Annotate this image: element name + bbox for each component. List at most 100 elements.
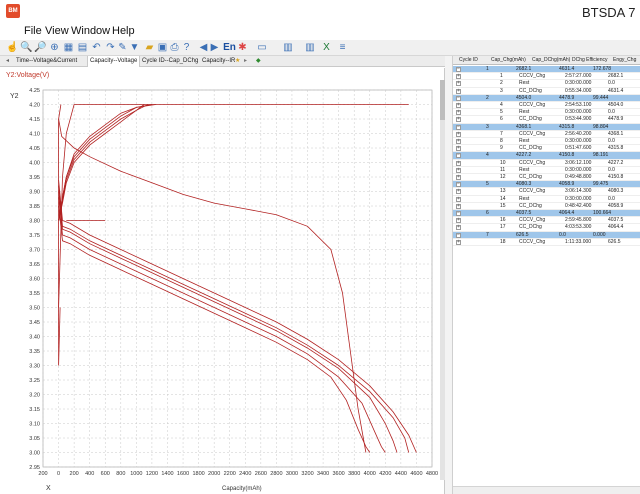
tab-capacity-voltage[interactable]: Capacity--Voltage <box>87 56 141 67</box>
grid-horizontal-scrollbar[interactable] <box>453 486 640 494</box>
layout-icon-2[interactable]: ▥ <box>298 41 322 54</box>
step-row[interactable]: +18 CCCV_Chg 1:11:33.000 626.5 <box>453 239 640 246</box>
step-id: 12 <box>500 174 506 180</box>
table-icon[interactable]: ▦ <box>62 41 75 54</box>
header-dchg-efficiency[interactable]: DChg Efficiency <box>572 56 607 65</box>
step-row[interactable]: +16 CCCV_Chg 2:59:45.800 4037.5 <box>453 217 640 225</box>
help-icon[interactable]: ? <box>180 41 193 54</box>
collapse-icon[interactable]: − <box>456 153 461 159</box>
cycle-row[interactable]: − 7 626.5 0.0 0.000 <box>453 231 640 239</box>
menu-file[interactable]: File <box>24 25 42 37</box>
header-engy-chg[interactable]: Engy_Chg <box>613 56 636 65</box>
step-row[interactable]: +8 Rest 0:30:00.000 0.0 <box>453 138 640 146</box>
expand-icon[interactable]: + <box>456 88 461 94</box>
collapse-icon[interactable]: − <box>456 67 461 72</box>
step-row[interactable]: +7 CCCV_Chg 2:56:40.200 4368.1 <box>453 131 640 138</box>
step-id: 8 <box>500 138 503 144</box>
language-button[interactable]: En <box>223 41 236 54</box>
expand-icon[interactable]: + <box>456 146 461 152</box>
step-row[interactable]: +10 CCCV_Chg 3:06:12.100 4227.2 <box>453 160 640 167</box>
expand-icon[interactable]: + <box>456 160 461 166</box>
expand-icon[interactable]: + <box>456 131 461 137</box>
step-row[interactable]: +5 Rest 0:30:00.000 0.0 <box>453 109 640 117</box>
panel-splitter[interactable] <box>445 56 453 494</box>
marker-icon[interactable]: ✱ <box>236 41 249 54</box>
collapse-icon[interactable]: − <box>456 211 461 216</box>
step-row[interactable]: +9 CC_DChg 0:51:47.600 4315.8 <box>453 145 640 153</box>
expand-icon[interactable]: + <box>456 117 461 123</box>
y-tick-label: 3.40 <box>29 335 40 341</box>
open-folder-icon[interactable]: ▰ <box>143 41 156 54</box>
expand-icon[interactable]: + <box>456 225 461 231</box>
expand-icon[interactable]: + <box>456 239 461 245</box>
step-row[interactable]: +6 CC_DChg 0:53:44.900 4478.9 <box>453 116 640 124</box>
step-row[interactable]: +17 CC_DChg 4:03:53.300 4064.4 <box>453 224 640 232</box>
tab-time-voltage-current[interactable]: Time--Voltage&Current <box>14 56 79 67</box>
expand-icon[interactable]: + <box>456 167 461 173</box>
add-tab-icon[interactable]: ◆ <box>254 56 263 67</box>
expand-icon[interactable]: + <box>456 189 461 195</box>
expand-icon[interactable]: + <box>456 110 461 116</box>
expand-icon[interactable]: + <box>456 81 461 87</box>
step-capacity: 4150.8 <box>608 174 624 180</box>
pointer-icon[interactable]: ☝ <box>6 41 19 54</box>
step-row[interactable]: +2 Rest 0:30:00.000 0.0 <box>453 80 640 88</box>
zoom-fit-icon[interactable]: ⊕ <box>48 41 61 54</box>
expand-icon[interactable]: + <box>456 139 461 144</box>
step-time: 0:30:00.000 <box>565 195 592 202</box>
x-tick-label: 4800 <box>426 471 438 477</box>
step-row[interactable]: +13 CCCV_Chg 3:06:14.300 4080.3 <box>453 188 640 196</box>
app-logo-icon[interactable]: BM <box>6 4 20 18</box>
header-cycle-id[interactable]: Cycle ID <box>459 56 478 65</box>
step-row[interactable]: +15 CC_DChg 0:48:42.400 4058.9 <box>453 203 640 210</box>
cycle-row[interactable]: − 6 4037.5 4064.4 100.664 <box>453 210 640 218</box>
expand-icon[interactable]: + <box>456 218 461 224</box>
step-name: Rest <box>519 166 530 173</box>
step-row[interactable]: +12 CC_DChg 0:49:48.800 4150.8 <box>453 174 640 182</box>
expand-icon[interactable]: + <box>456 203 461 209</box>
step-row[interactable]: +3 CC_DChg 0:55:34.000 4631.4 <box>453 88 640 95</box>
tab-cycle-id-cap-dchg[interactable]: Cycle ID--Cap_DChg <box>140 56 200 67</box>
report-icon[interactable]: ▭ <box>250 41 274 54</box>
menu-help[interactable]: Help <box>112 25 135 37</box>
favorite-star-icon[interactable]: ★ <box>233 56 242 67</box>
collapse-icon[interactable]: − <box>456 232 461 238</box>
header-cap-dchg[interactable]: Cap_DChg(mAh) <box>532 56 570 65</box>
tab-scroll-right-icon[interactable]: ▸ <box>242 56 249 67</box>
tab-scroll-left-icon[interactable]: ◂ <box>4 56 11 67</box>
step-row[interactable]: +11 Rest 0:30:00.000 0.0 <box>453 167 640 174</box>
grid-icon[interactable]: ▤ <box>76 41 89 54</box>
layout-icon-1[interactable]: ▥ <box>276 41 300 54</box>
expand-icon[interactable]: + <box>456 103 461 108</box>
step-row[interactable]: +14 Rest 0:30:00.000 0.0 <box>453 196 640 203</box>
cycle-row[interactable]: − 3 4368.1 4315.8 98.804 <box>453 123 640 131</box>
capacity-voltage-chart[interactable]: 2.953.003.053.103.153.203.253.303.353.40… <box>0 68 440 494</box>
undo-icon[interactable]: ↶ <box>90 41 103 54</box>
expand-icon[interactable]: + <box>456 175 461 180</box>
zoom-in-icon[interactable]: 🔍 <box>20 41 33 54</box>
step-row[interactable]: +1 CCCV_Chg 2:57:27.000 2682.1 <box>453 73 640 81</box>
y-tick-label: 3.80 <box>29 219 40 225</box>
collapse-icon[interactable]: − <box>456 124 461 130</box>
cycle-row[interactable]: − 4 4227.2 4150.8 98.191 <box>453 152 640 160</box>
cycle-row[interactable]: − 2 4504.0 4478.9 99.444 <box>453 94 640 102</box>
collapse-icon[interactable]: − <box>456 182 461 188</box>
step-row[interactable]: +4 CCCV_Chg 2:54:53.100 4504.0 <box>453 102 640 110</box>
expand-icon[interactable]: + <box>456 74 461 80</box>
header-cap-chg[interactable]: Cap_Chg(mAh) <box>491 56 526 65</box>
menu-window[interactable]: Window <box>71 25 110 37</box>
cycle-row[interactable]: − 1 2682.1 4631.4 172.678 <box>453 66 640 74</box>
cycle-efficiency: 100.664 <box>593 210 612 216</box>
cycle-row[interactable]: − 5 4080.3 4058.9 99.475 <box>453 181 640 189</box>
settings-icon[interactable]: ≡ <box>336 41 349 54</box>
filter-icon[interactable]: ▼ <box>128 41 141 54</box>
excel-icon[interactable]: X <box>320 41 333 54</box>
cycle-cap-chg: 4368.1 <box>516 123 532 130</box>
step-time: 0:30:00.000 <box>565 138 592 144</box>
zoom-out-icon[interactable]: 🔎 <box>34 41 47 54</box>
collapse-icon[interactable]: − <box>456 95 461 101</box>
expand-icon[interactable]: + <box>456 196 461 202</box>
tab-capacity-ir[interactable]: Capacity--IR <box>200 56 237 67</box>
arrow-right-icon[interactable]: ▶ <box>208 41 221 54</box>
menu-view[interactable]: View <box>45 25 69 37</box>
